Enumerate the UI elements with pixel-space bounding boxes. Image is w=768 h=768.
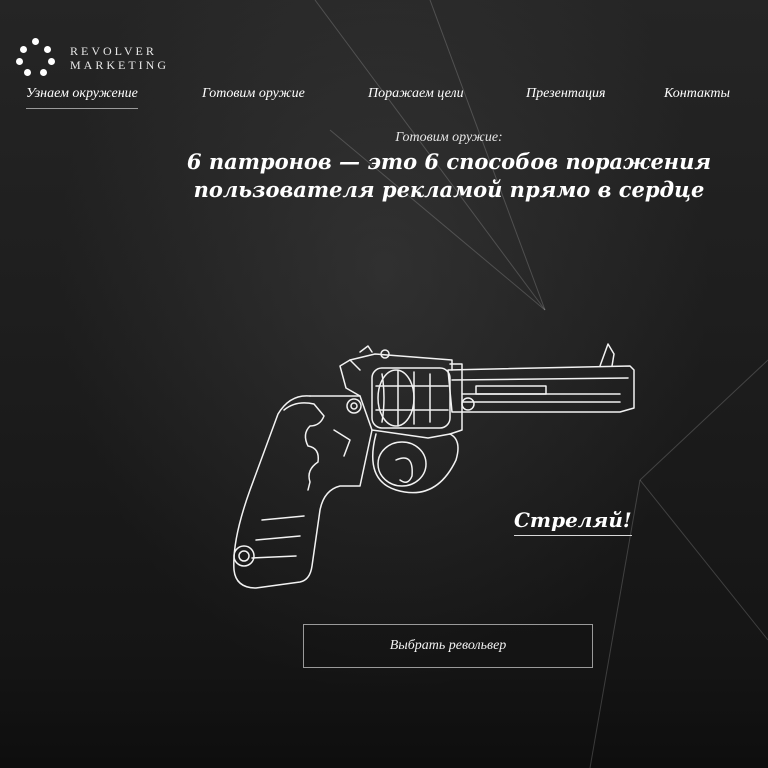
nav-item-environment[interactable]: Узнаем окружение xyxy=(26,86,138,109)
section-subtitle: Готовим оружие: xyxy=(395,130,503,145)
dots-logo-icon xyxy=(16,38,56,78)
nav-item-presentation[interactable]: Презентация xyxy=(526,86,606,102)
shoot-button[interactable]: Стреляй! xyxy=(514,508,632,536)
brand-line2: MARKETING xyxy=(70,58,169,72)
nav-item-contacts[interactable]: Контакты xyxy=(664,86,730,102)
headline-line1: 6 патронов — это 6 способов поражения xyxy=(186,149,712,174)
choose-revolver-button[interactable]: Выбрать револьвер xyxy=(303,624,593,668)
brand-name: REVOLVER MARKETING xyxy=(70,44,169,72)
brand-line1: REVOLVER xyxy=(70,44,157,58)
headline-line2: пользователя рекламой прямо в сердце xyxy=(193,177,705,202)
page-title: 6 патронов — это 6 способов поражения по… xyxy=(0,148,768,204)
nav-item-targets[interactable]: Поражаем цели xyxy=(368,86,464,102)
revolver-illustration[interactable] xyxy=(200,330,650,600)
nav-item-weapon[interactable]: Готовим оружие xyxy=(202,86,305,102)
brand-logo[interactable]: REVOLVER MARKETING xyxy=(16,38,169,78)
main-nav: Узнаем окружение Готовим оружие Поражаем… xyxy=(0,86,768,112)
